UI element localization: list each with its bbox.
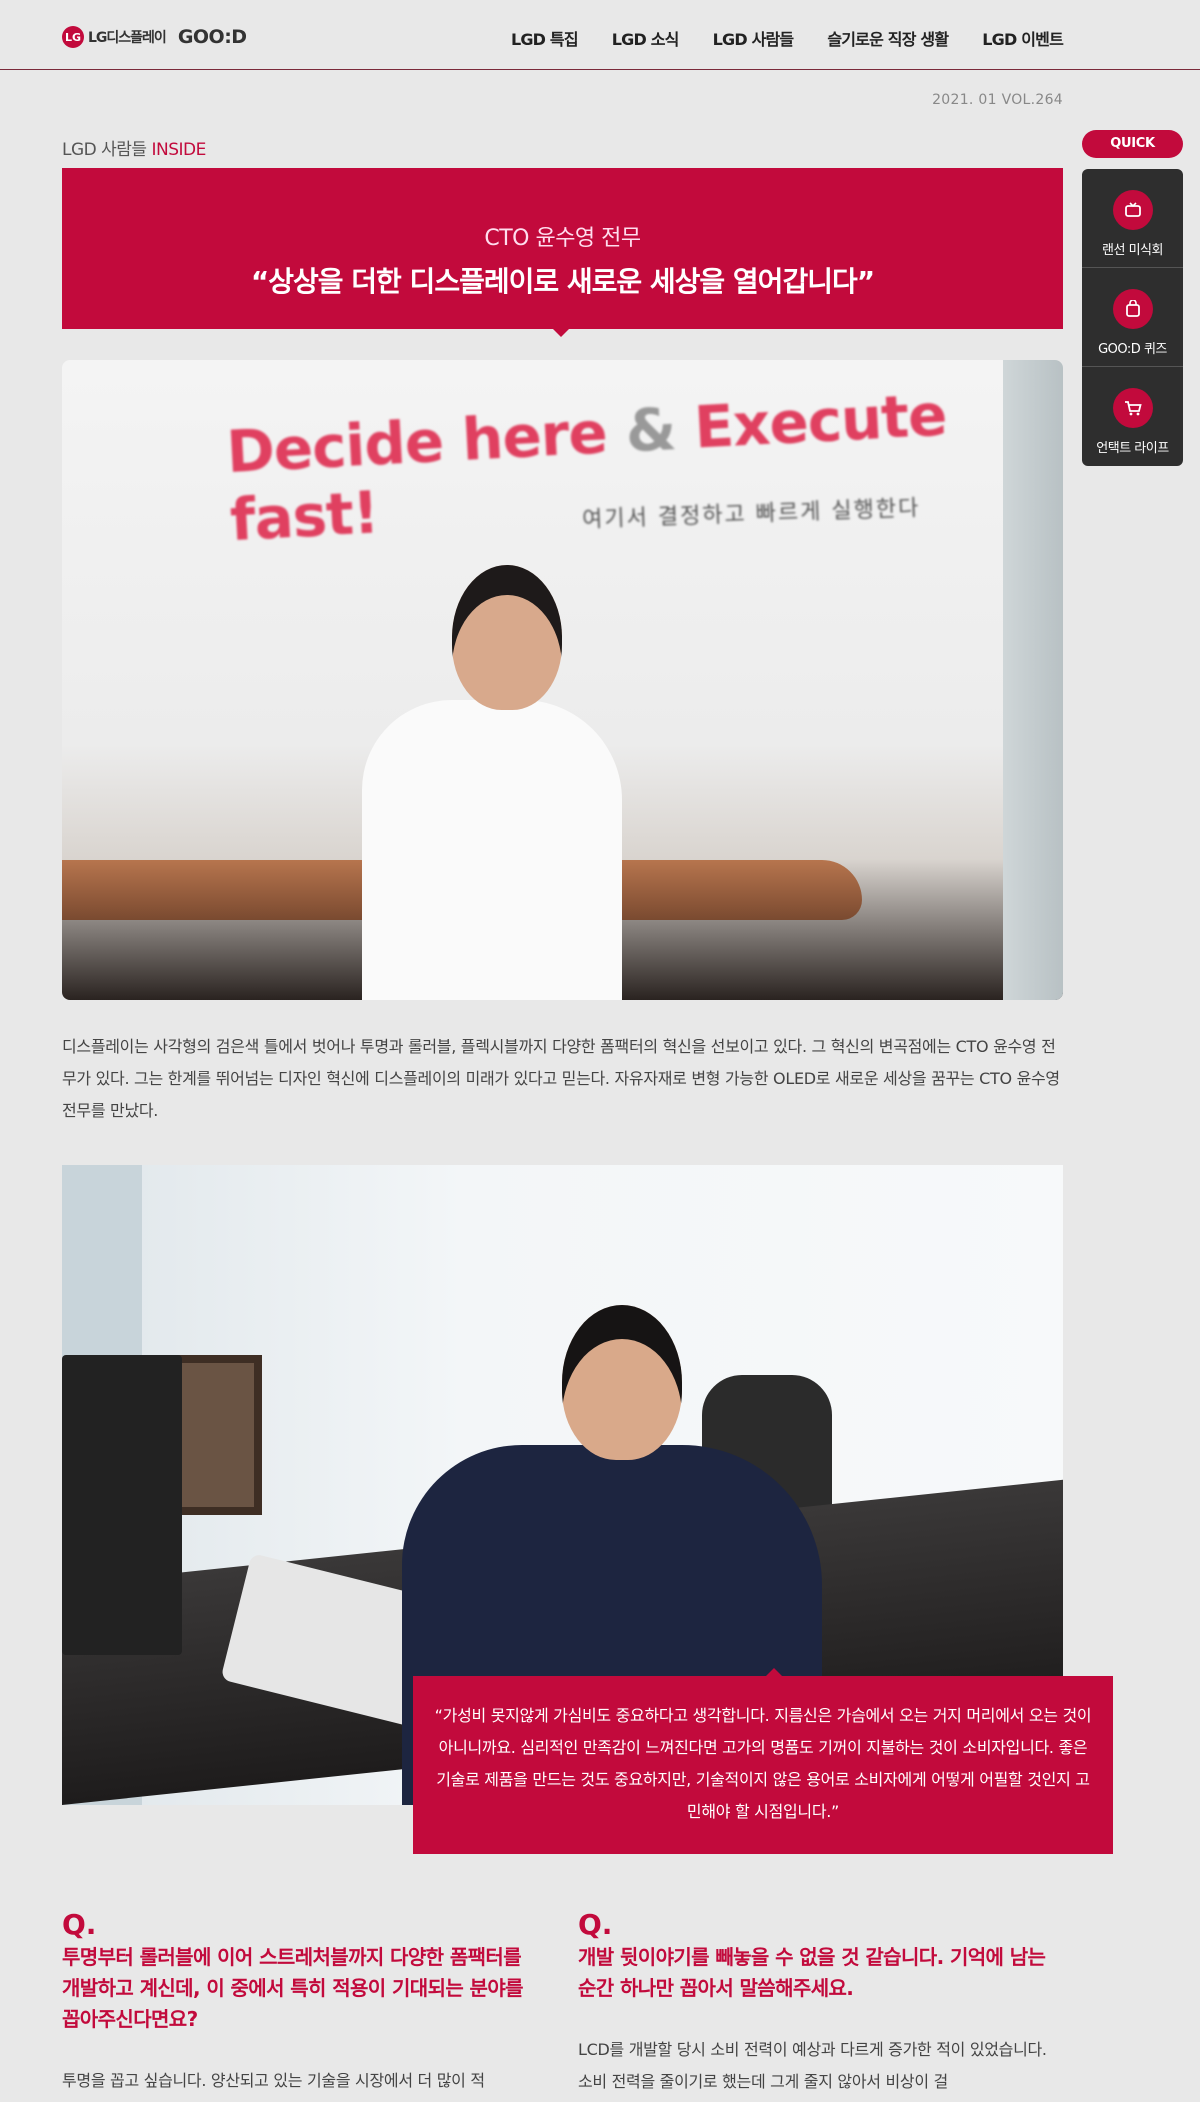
quick-item-lanseon[interactable]: 랜선 미식회 bbox=[1082, 169, 1183, 268]
issue-number: 2021. 01 VOL.264 bbox=[932, 92, 1063, 108]
logo-brand: GOO:D bbox=[177, 26, 247, 48]
intro-paragraph: 디스플레이는 사각형의 검은색 틀에서 벗어나 투명과 롤러블, 플렉시블까지 … bbox=[62, 1037, 1060, 1120]
logo-text: LG디스플레이 bbox=[88, 30, 167, 46]
answer-text: 투명을 꼽고 싶습니다. 양산되고 있는 기술을 시장에서 더 많이 적 bbox=[62, 2071, 485, 2090]
quick-item-label: 언택트 라이프 bbox=[1096, 441, 1169, 456]
nav-item-event[interactable]: LGD 이벤트 bbox=[982, 26, 1064, 50]
q-marker: Q. bbox=[578, 1908, 613, 1941]
pull-quote: “가성비 못지않게 가심비도 중요하다고 생각합니다. 지름신은 가슴에서 오는… bbox=[413, 1676, 1113, 1854]
person-head bbox=[452, 565, 562, 710]
answer-text: LCD를 개발할 당시 소비 전력이 예상과 다르게 증가한 적이 있었습니다.… bbox=[578, 2040, 1047, 2091]
quick-item-label: GOO:D 퀴즈 bbox=[1098, 342, 1167, 357]
cart-icon bbox=[1112, 388, 1153, 428]
person-body bbox=[362, 700, 622, 1000]
article-title: “상상을 더한 디스플레이로 새로운 세상을 열어갑니다” bbox=[250, 265, 875, 298]
bag-icon bbox=[1112, 289, 1153, 329]
breadcrumb: LGD 사람들 INSIDE bbox=[62, 135, 206, 160]
nav-item-feature[interactable]: LGD 특집 bbox=[511, 26, 579, 50]
site-header: LG LG디스플레이 GOO:D LGD 특집 LGD 소식 LGD 사람들 슬… bbox=[0, 0, 1200, 70]
article-title-box: CTO 윤수영 전무 “상상을 더한 디스플레이로 새로운 세상을 열어갑니다” bbox=[62, 168, 1063, 329]
quick-menu-label[interactable]: QUICK bbox=[1082, 130, 1183, 158]
quick-item-label: 랜선 미식회 bbox=[1102, 243, 1163, 258]
title-pointer bbox=[552, 328, 570, 337]
nav-item-worklife[interactable]: 슬기로운 직장 생활 bbox=[827, 26, 949, 50]
person-head bbox=[562, 1305, 682, 1460]
nav-item-people[interactable]: LGD 사람들 bbox=[713, 26, 795, 50]
quick-item-untact[interactable]: 언택트 라이프 bbox=[1082, 367, 1183, 466]
qa-block-1: Q. 투명부터 롤러블에 이어 스트레처블까지 다양한 폼팩터를 개발하고 계신… bbox=[62, 1910, 527, 2097]
qa-block-2: Q. 개발 뒷이야기를 빼놓을 수 없을 것 같습니다. 기억에 남는 순간 하… bbox=[578, 1910, 1063, 2098]
site-logo[interactable]: LG LG디스플레이 GOO:D bbox=[62, 26, 247, 48]
q-marker: Q. bbox=[62, 1908, 97, 1941]
slogan-part-1: Decide here bbox=[224, 398, 609, 487]
nav-item-news[interactable]: LGD 소식 bbox=[612, 26, 680, 50]
interview-photo-1: Decide here & Execute fast! 여기서 결정하고 빠르게… bbox=[62, 360, 1063, 1000]
breadcrumb-sub[interactable]: INSIDE bbox=[151, 140, 206, 160]
quick-item-quiz[interactable]: GOO:D 퀴즈 bbox=[1082, 268, 1183, 367]
quick-menu: QUICK 랜선 미식회 GOO:D 퀴즈 언택트 라이프 bbox=[1082, 130, 1183, 466]
breadcrumb-section[interactable]: LGD 사람들 bbox=[62, 140, 147, 160]
question-text: 투명부터 롤러블에 이어 스트레처블까지 다양한 폼팩터를 개발하고 계신데, … bbox=[62, 1945, 524, 2031]
monitor bbox=[62, 1355, 182, 1655]
slogan-ampersand: & bbox=[623, 394, 677, 466]
quick-menu-panel: 랜선 미식회 GOO:D 퀴즈 언택트 라이프 bbox=[1082, 169, 1183, 466]
quote-pointer bbox=[766, 1668, 782, 1676]
question-text: 개발 뒷이야기를 빼놓을 수 없을 것 같습니다. 기억에 남는 순간 하나만 … bbox=[578, 1945, 1046, 2000]
tv-icon bbox=[1112, 190, 1153, 230]
article-subtitle: CTO 윤수영 전무 bbox=[484, 226, 641, 251]
main-nav: LGD 특집 LGD 소식 LGD 사람들 슬기로운 직장 생활 LGD 이벤트 bbox=[511, 26, 1064, 50]
lg-logo-icon: LG bbox=[62, 26, 84, 48]
